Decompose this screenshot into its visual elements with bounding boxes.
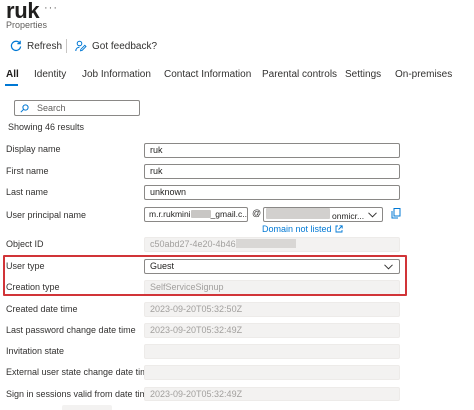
tab-job-information[interactable]: Job Information xyxy=(82,69,151,80)
feedback-button[interactable]: Got feedback? xyxy=(75,40,157,52)
refresh-button[interactable]: Refresh xyxy=(10,40,62,52)
object-id-value: c50abd27-4e20-4b46 xyxy=(150,239,236,249)
object-id-field: c50abd27-4e20-4b46 xyxy=(144,237,400,252)
search-box[interactable] xyxy=(14,100,140,116)
redacted-block xyxy=(190,210,211,218)
creation-type-label: Creation type xyxy=(6,282,60,292)
user-type-label: User type xyxy=(6,261,45,271)
tab-parental-controls[interactable]: Parental controls xyxy=(262,69,337,80)
feedback-icon xyxy=(75,40,87,52)
first-name-field[interactable]: ruk xyxy=(144,164,400,179)
search-input[interactable] xyxy=(37,103,127,113)
last-name-field[interactable]: unknown xyxy=(144,185,400,200)
active-tab-indicator xyxy=(5,84,18,86)
results-count: Showing 46 results xyxy=(8,122,85,132)
external-link-icon xyxy=(335,225,343,233)
upn-domain-select[interactable]: onmicr... xyxy=(263,207,383,222)
external-user-state-label: External user state change date time xyxy=(6,367,153,377)
upn-domain-suffix: onmicr... xyxy=(332,211,365,221)
first-name-label: First name xyxy=(6,166,49,176)
last-name-label: Last name xyxy=(6,187,49,197)
redacted-block xyxy=(235,239,296,248)
invitation-state-field xyxy=(144,344,400,359)
tab-bar: All Identity Job Information Contact Inf… xyxy=(0,64,474,86)
display-name-field[interactable]: ruk xyxy=(144,143,400,158)
upn-value-end: _gmail.c... xyxy=(210,209,248,219)
redacted-block xyxy=(266,208,330,219)
external-user-state-field xyxy=(144,365,400,380)
domain-not-listed-link[interactable]: Domain not listed xyxy=(262,224,343,234)
tab-identity[interactable]: Identity xyxy=(34,69,66,80)
sign-in-sessions-label: Sign in sessions valid from date time xyxy=(6,389,153,399)
domain-link-label: Domain not listed xyxy=(262,224,332,234)
upn-label: User principal name xyxy=(6,210,87,220)
footer-button[interactable] xyxy=(62,405,112,410)
refresh-label: Refresh xyxy=(27,40,63,52)
tab-settings[interactable]: Settings xyxy=(345,69,381,80)
page-subtitle: Properties xyxy=(6,20,48,30)
search-icon xyxy=(20,103,29,113)
copy-icon[interactable] xyxy=(391,208,401,219)
last-password-change-field: 2023-09-20T05:32:49Z xyxy=(144,323,400,338)
invitation-state-label: Invitation state xyxy=(6,346,65,356)
last-password-change-label: Last password change date time xyxy=(6,325,136,335)
feedback-label: Got feedback? xyxy=(92,40,158,52)
tab-contact-information[interactable]: Contact Information xyxy=(164,69,251,80)
object-id-label: Object ID xyxy=(6,239,44,249)
user-type-value: Guest xyxy=(150,261,175,271)
user-type-select[interactable]: Guest xyxy=(144,259,400,274)
created-date-label: Created date time xyxy=(6,304,78,314)
upn-at-sign: @ xyxy=(252,208,262,218)
display-name-label: Display name xyxy=(6,144,61,154)
chevron-down-icon xyxy=(384,263,393,270)
more-options-icon[interactable]: ··· xyxy=(44,2,58,14)
creation-type-field: SelfServiceSignup xyxy=(144,280,400,295)
chevron-down-icon xyxy=(368,211,377,218)
created-date-field: 2023-09-20T05:32:50Z xyxy=(144,302,400,317)
command-divider xyxy=(66,39,67,53)
refresh-icon xyxy=(10,40,22,52)
upn-value-start: m.r.rukmini xyxy=(149,209,191,219)
upn-username-field[interactable]: m.r.rukmini _gmail.c... xyxy=(144,207,248,222)
tab-on-premises[interactable]: On-premises xyxy=(395,69,452,80)
tab-all[interactable]: All xyxy=(6,69,19,80)
sign-in-sessions-field: 2023-09-20T05:32:49Z xyxy=(144,387,400,401)
